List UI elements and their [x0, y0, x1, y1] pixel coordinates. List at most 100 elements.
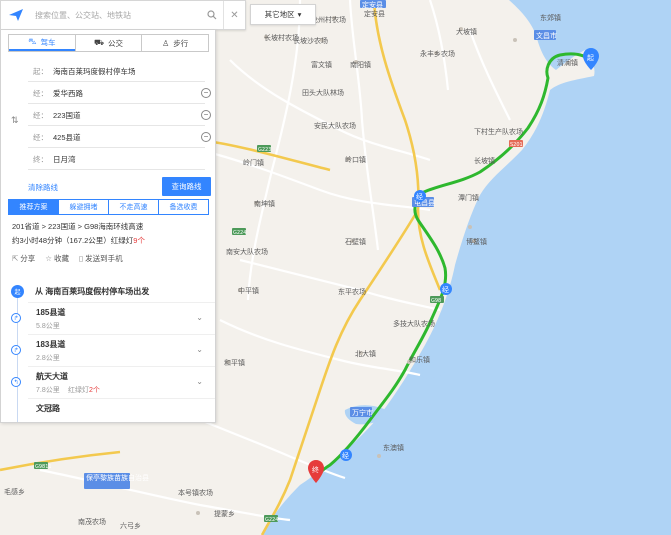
turn-left-icon: ↰	[11, 377, 21, 387]
waypoint-via-1-value[interactable]: 爱华西路	[53, 88, 83, 99]
favorite-label: 收藏	[54, 254, 70, 263]
city-dingan: 定安县	[362, 0, 383, 9]
tab-avoid-jam[interactable]: 躲避拥堵	[58, 200, 108, 214]
tab-alt-toll[interactable]: 备选收费	[158, 200, 208, 214]
remove-waypoint-icon[interactable]: −	[201, 110, 211, 120]
label-changpozhen: 长坡镇	[474, 156, 495, 165]
step-road-name: 183县道	[36, 340, 66, 349]
label-dongjiao: 东郊镇	[540, 13, 561, 22]
waypoint-via-2-value[interactable]: 223国道	[53, 110, 81, 121]
via-marker-1[interactable]: 经	[414, 190, 426, 202]
city-baoting: 保亭黎族苗族自治县	[86, 473, 149, 482]
search-input[interactable]: 搜索位置、公交站、地铁站	[31, 10, 201, 21]
swap-icon[interactable]: ⇅	[11, 115, 19, 126]
travel-mode-tabs: ⛍ 驾车 ⛟ 公交 ♙ 步行	[8, 34, 209, 52]
waypoint-via-3-value[interactable]: 425县道	[53, 132, 81, 143]
label-longzhou: 龙州村农场	[311, 15, 346, 24]
favorite-button[interactable]: ☆ 收藏	[45, 253, 69, 264]
label-yongfeng: 永丰乡农场	[420, 49, 455, 58]
chevron-down-icon[interactable]: ⌄	[196, 377, 203, 386]
label-fuwen: 富文镇	[311, 60, 332, 69]
chevron-down-icon[interactable]: ⌄	[196, 345, 203, 354]
step-distance: 2.8公里	[36, 355, 60, 362]
svg-text:经: 经	[416, 192, 423, 201]
tab-no-highway[interactable]: 不走高速	[108, 200, 158, 214]
step-road-name: 航天大道	[36, 372, 68, 381]
waypoint-via-3[interactable]: 经： 425县道 −	[1, 126, 215, 148]
navigate-icon[interactable]	[1, 1, 31, 29]
tab-bus[interactable]: ⛟ 公交	[74, 35, 142, 51]
label-heping: 和平镇	[224, 358, 245, 367]
svg-text:经: 经	[342, 451, 349, 460]
search-route-button[interactable]: 查询路线	[162, 177, 211, 196]
label-dongping: 东平农场	[338, 287, 366, 296]
waypoint-start[interactable]: 起： 海南百莱玛度假村停车场	[1, 60, 215, 82]
route-steps: 起 从 海南百莱玛度假村停车场出发 ↱ 185县道 5.8公里 ⌄ ↱ 183县…	[1, 281, 215, 422]
step-lights: 红绿灯2个	[68, 385, 100, 395]
label-lingkou: 岭口镇	[345, 155, 366, 164]
label-tiantou: 田头大队林场	[302, 88, 344, 97]
route-step[interactable]: ↰ 航天大道 7.8公里 红绿灯2个 ⌄	[11, 366, 215, 398]
start-badge: 起	[11, 285, 24, 298]
label-lingmen: 岭门镇	[243, 158, 264, 167]
step-start[interactable]: 起 从 海南百莱玛度假村停车场出发	[1, 281, 215, 302]
label-nanan: 南安大队农场	[226, 247, 268, 256]
label-boao: 博鳌镇	[466, 237, 487, 246]
chevron-down-icon: ▾	[297, 10, 302, 19]
waypoint-via-1-tag: 经：	[33, 88, 48, 98]
step-lights-label: 红绿灯	[68, 387, 89, 394]
label-hele: 和乐镇	[409, 355, 430, 364]
remove-waypoint-icon[interactable]: −	[201, 88, 211, 98]
share-label: 分享	[20, 254, 36, 263]
car-icon: ⛍	[28, 37, 37, 46]
waypoint-start-value[interactable]: 海南百莱玛度假村停车场	[53, 66, 136, 77]
search-icon[interactable]	[201, 1, 223, 29]
tab-drive[interactable]: ⛍ 驾车	[9, 35, 75, 51]
waypoint-end[interactable]: 终： 日月湾	[1, 148, 215, 170]
label-beida: 北大镇	[355, 349, 376, 358]
label-timeng: 提蒙乡	[214, 509, 235, 518]
via-marker-3[interactable]: 经	[340, 449, 352, 461]
label-maogan: 毛感乡	[4, 487, 25, 496]
svg-text:终: 终	[312, 465, 319, 474]
send-to-phone-button[interactable]: ▯ 发送到手机	[79, 253, 123, 264]
svg-text:G224: G224	[233, 230, 246, 236]
route-step[interactable]: ↱ 185县道 5.8公里 ⌄	[11, 302, 215, 334]
label-duoji: 多技大队农场	[393, 319, 435, 328]
svg-text:起: 起	[587, 54, 594, 62]
label-liugong: 六弓乡	[120, 521, 141, 530]
step-distance: 7.8公里	[36, 387, 60, 394]
route-step[interactable]: ↱ 183县道 2.8公里 ⌄	[11, 334, 215, 366]
share-icon: ⇱	[12, 254, 19, 263]
svg-text:G9811: G9811	[35, 464, 52, 470]
share-button[interactable]: ⇱ 分享	[12, 253, 35, 264]
step-lights-count: 2个	[89, 387, 100, 394]
tab-walk[interactable]: ♙ 步行	[141, 35, 208, 51]
label-nanyang: 南阳镇	[350, 60, 371, 69]
route-time: 约3小时48分钟（167.2公里）红绿灯	[12, 236, 134, 245]
clear-route-link[interactable]: 清除路线	[28, 182, 58, 193]
svg-text:经: 经	[442, 285, 449, 294]
turn-right-icon: ↱	[11, 313, 21, 323]
bus-icon: ⛟	[93, 38, 105, 47]
waypoint-via-2[interactable]: 经： 223国道 −	[1, 104, 215, 126]
remove-waypoint-icon[interactable]: −	[201, 132, 211, 142]
plan-tabs: 推荐方案 躲避拥堵 不走高速 备选收费	[8, 199, 209, 215]
waypoint-list: 起： 海南百莱玛度假村停车场 经： 爱华西路 − 经： 223国道 − 经： 4…	[1, 60, 215, 172]
tab-recommended[interactable]: 推荐方案	[9, 200, 58, 214]
waypoint-end-value[interactable]: 日月湾	[53, 154, 76, 165]
close-icon[interactable]: ✕	[223, 1, 245, 29]
route-step[interactable]: 文冠路	[28, 398, 215, 422]
waypoint-via-1[interactable]: 经： 爱华西路 −	[1, 82, 215, 104]
waypoint-start-tag: 起：	[33, 66, 48, 76]
turn-right-icon: ↱	[11, 345, 21, 355]
via-marker-2[interactable]: 经	[440, 283, 452, 295]
label-nanmao: 南茂农场	[78, 517, 106, 526]
route-via: 201省道 > 223国道 > G98海南环线高速	[12, 222, 144, 231]
route-lights: 9个	[133, 236, 145, 245]
chevron-down-icon[interactable]: ⌄	[196, 313, 203, 322]
phone-icon: ▯	[79, 254, 84, 263]
label-nankun: 南坤镇	[254, 199, 275, 208]
city-switch-button[interactable]: 其它地区 ▾	[250, 4, 316, 25]
tab-bus-label: 公交	[108, 38, 124, 48]
